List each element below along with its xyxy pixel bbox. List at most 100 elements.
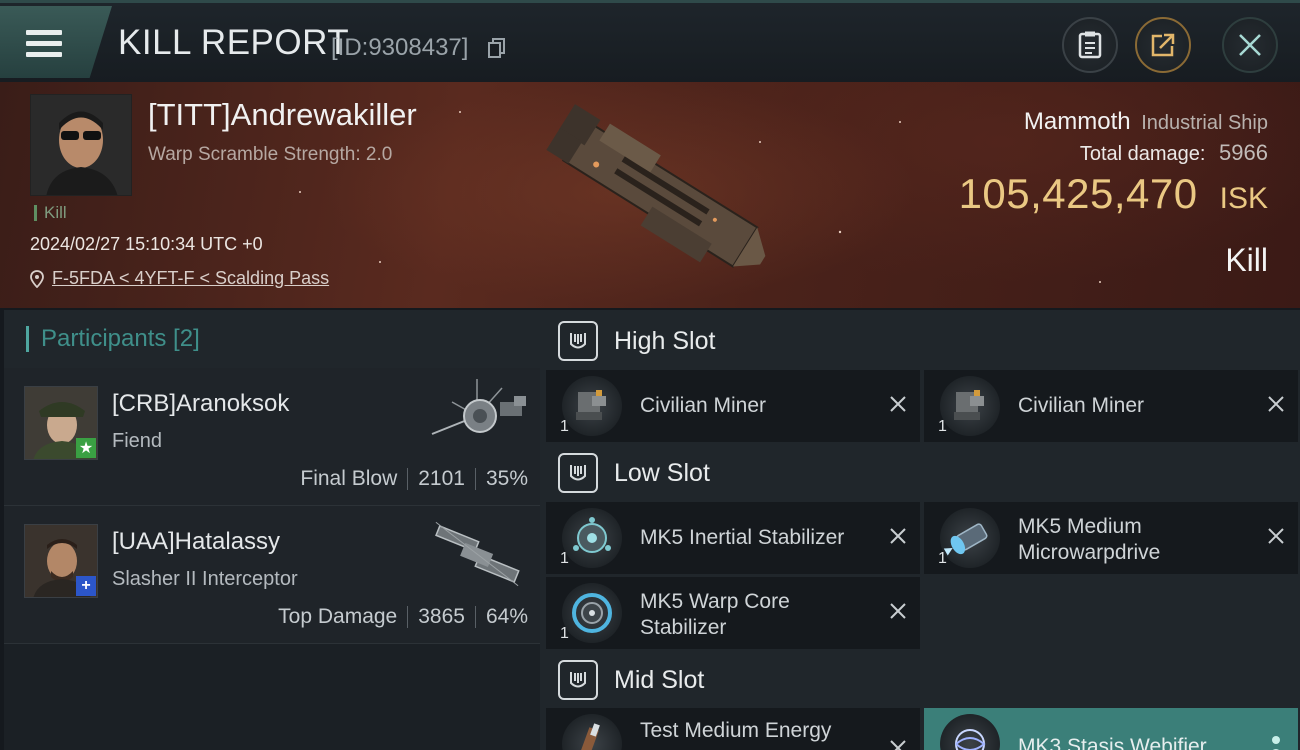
report-button[interactable] (1062, 17, 1118, 73)
stasis-webifier-icon (940, 714, 1000, 750)
close-icon (1239, 34, 1261, 56)
warp-scramble-strength: Warp Scramble Strength: 2.0 (148, 144, 393, 165)
total-damage-value: 5966 (1219, 140, 1268, 165)
victim-summary: [TITT]Andrewakiller Warp Scramble Streng… (0, 82, 1300, 308)
participant-avatar[interactable]: + (24, 524, 98, 598)
module-name: MK5 Inertial Stabilizer (640, 526, 845, 549)
high-slot-label: High Slot (614, 326, 716, 355)
participant-role: Final Blow (300, 467, 398, 490)
inertial-stabilizer-icon (562, 508, 622, 568)
kill-tag: Kill (34, 204, 67, 221)
module-item[interactable]: 1 Civilian Miner (546, 370, 920, 442)
module-item[interactable]: MK3 Stasis Webifier (924, 708, 1298, 750)
fitting-panel: High Slot 1 Civilian Miner 1 Civilian Mi… (540, 310, 1300, 750)
high-slot-header: High Slot (540, 310, 1300, 372)
participant-avatar[interactable]: ★ (24, 386, 98, 460)
page-title: KILL REPORT (118, 23, 350, 62)
mid-slot-icon (558, 660, 598, 700)
ship-name: Mammoth (1023, 108, 1131, 135)
module-item[interactable]: 1 Civilian Miner (924, 370, 1298, 442)
high-slot-icon (558, 321, 598, 361)
module-name: Civilian Miner (1018, 394, 1145, 417)
destroyed-icon (1268, 528, 1284, 544)
isk-value: 105,425,470 (958, 170, 1198, 217)
report-id: [ID:9308437] (331, 34, 469, 61)
ship-image (546, 104, 766, 268)
module-name: MK3 Stasis Webifier (1018, 735, 1207, 750)
warp-core-stabilizer-icon (562, 583, 622, 643)
star-badge-icon: ★ (76, 438, 96, 458)
participant-name[interactable]: [UAA]Hatalassy (112, 528, 280, 556)
participant-name[interactable]: [CRB]Aranoksok (112, 390, 289, 418)
total-damage-label: Total damage: (1079, 143, 1206, 165)
destroyed-icon (890, 528, 906, 544)
microwarpdrive-icon (940, 508, 1000, 568)
participant-damage: 2101 (418, 467, 465, 490)
kill-timestamp: 2024/02/27 15:10:34 UTC +0 (30, 234, 263, 254)
participant-ship: Slasher II Interceptor (112, 568, 298, 590)
participants-title: Participants [2] (41, 325, 200, 352)
kill-result: Kill (1225, 242, 1268, 278)
miner-icon (940, 376, 1000, 436)
module-name: Civilian Miner (640, 394, 767, 417)
victim-avatar[interactable] (30, 94, 132, 196)
isk-loss: 105,425,470 ISK (959, 170, 1268, 218)
interceptor-ship-icon (435, 521, 520, 587)
mid-slot-label: Mid Slot (614, 665, 705, 694)
kill-location[interactable]: F-5FDA < 4YFT-F < Scalding Pass (30, 268, 329, 289)
close-button[interactable] (1222, 17, 1278, 73)
module-item[interactable]: Test Medium Energy (546, 708, 920, 750)
energy-module-icon (562, 714, 622, 750)
location-link[interactable]: F-5FDA < 4YFT-F < Scalding Pass (52, 268, 329, 289)
isk-unit: ISK (1219, 182, 1268, 215)
participant-role: Top Damage (278, 605, 398, 628)
participants-header: Participants [2] (4, 310, 540, 368)
share-button[interactable] (1135, 17, 1191, 73)
destroyed-icon (1268, 396, 1284, 412)
module-name-line1: MK5 Medium (1018, 515, 1142, 538)
mid-slot-header: Mid Slot (540, 649, 1300, 711)
module-quantity: 1 (560, 625, 569, 642)
low-slot-label: Low Slot (614, 458, 710, 487)
participant-stats: Final Blow 2101 35% (300, 467, 528, 491)
module-name: Test Medium Energy (640, 719, 832, 742)
location-pin-icon (30, 269, 44, 288)
share-icon (1151, 33, 1175, 57)
participant-percent: 35% (485, 467, 528, 490)
ship-type[interactable]: Mammoth Industrial Ship (1024, 108, 1268, 136)
module-quantity: 1 (938, 550, 947, 567)
module-item[interactable]: 1 MK5 Medium Microwarpdrive (924, 502, 1298, 574)
low-slot-header: Low Slot (540, 442, 1300, 504)
module-quantity: 1 (938, 418, 947, 435)
module-name-line2: Stabilizer (640, 616, 727, 639)
destroyed-icon (890, 603, 906, 619)
participant-percent: 64% (485, 605, 528, 628)
participants-panel: Participants [2] ★ [CRB]Aranoksok Fiend … (4, 310, 540, 750)
menu-button[interactable] (0, 6, 112, 78)
fiend-ship-icon (431, 379, 526, 435)
top-bar: KILL REPORT [ID:9308437] (0, 0, 1300, 82)
participant-row[interactable]: + [UAA]Hatalassy Slasher II Interceptor … (4, 506, 540, 644)
module-name-line1: MK5 Warp Core (640, 590, 790, 613)
victim-name[interactable]: [TITT]Andrewakiller (148, 97, 417, 133)
module-quantity: 1 (560, 418, 569, 435)
module-quantity: 1 (560, 550, 569, 567)
ship-class: Industrial Ship (1141, 112, 1268, 134)
destroyed-icon (890, 396, 906, 412)
miner-icon (562, 376, 622, 436)
participant-row[interactable]: ★ [CRB]Aranoksok Fiend Final Blow 2101 3… (4, 368, 540, 506)
hamburger-icon (26, 30, 62, 58)
module-name-line2: Microwarpdrive (1018, 541, 1161, 564)
module-name: MK5 Medium Microwarpdrive (1018, 514, 1160, 566)
module-name: MK5 Warp Core Stabilizer (640, 589, 790, 641)
dropped-icon (1272, 736, 1280, 750)
module-item[interactable]: 1 MK5 Inertial Stabilizer (546, 502, 920, 574)
module-item[interactable]: 1 MK5 Warp Core Stabilizer (546, 577, 920, 649)
participant-damage: 3865 (418, 605, 465, 628)
destroyed-icon (890, 740, 906, 750)
clipboard-icon (1078, 31, 1102, 59)
plus-badge-icon: + (76, 576, 96, 596)
header-accent (26, 326, 29, 352)
copy-icon[interactable] (488, 38, 506, 58)
participant-stats: Top Damage 3865 64% (278, 605, 528, 629)
